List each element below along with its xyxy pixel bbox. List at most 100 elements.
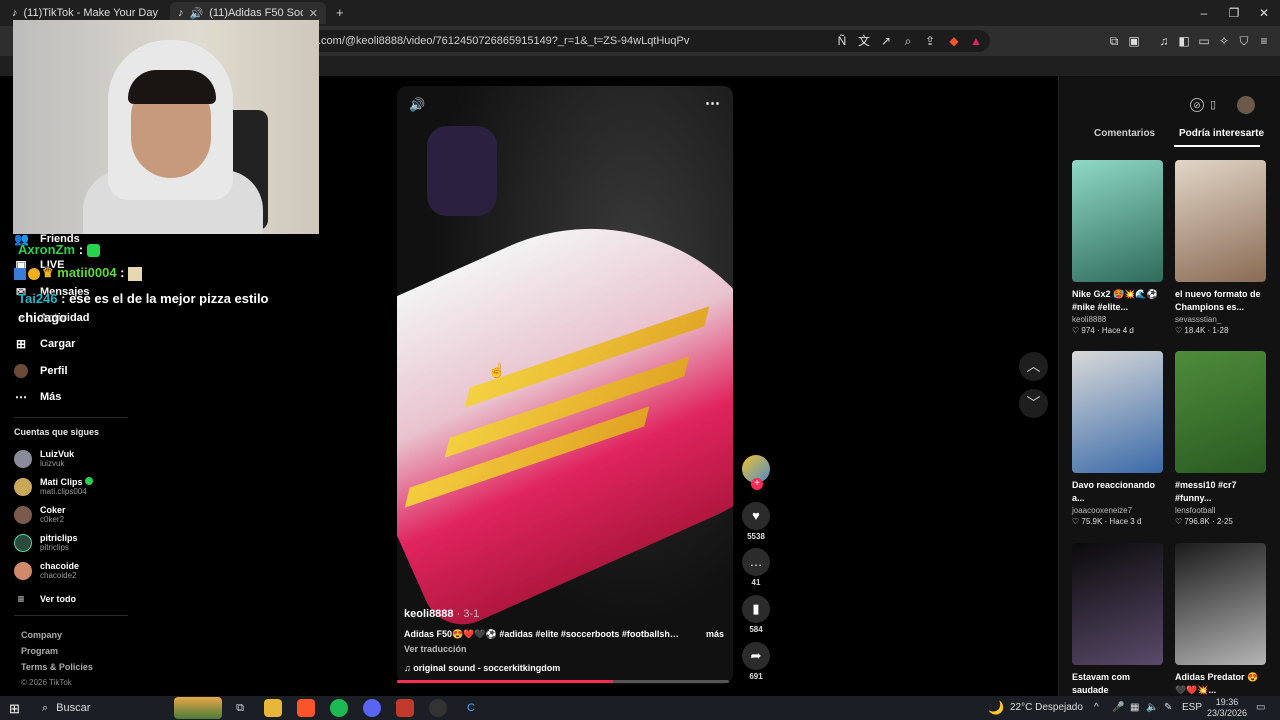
card-title: Estavam com saudade <box>1072 672 1131 695</box>
device-icon[interactable]: ▯ <box>1210 98 1216 111</box>
suggested-video-card[interactable]: #messi10 #cr7 #funny... lensfootball ♡ 796… <box>1175 351 1266 526</box>
cursor-icon: ☝ <box>488 362 506 378</box>
spotify-icon[interactable] <box>330 699 348 717</box>
translate-icon[interactable]: 文 <box>856 33 872 49</box>
taskbar-search[interactable]: ⌕ Buscar <box>32 696 100 720</box>
card-user[interactable]: joaacooxeneize7 <box>1072 506 1163 515</box>
like-button[interactable]: ♥ 5538 <box>742 502 770 541</box>
sidebar-icon[interactable]: ◧ <box>1176 33 1192 49</box>
see-all-link[interactable]: ≡ Ver todo <box>14 592 76 606</box>
screenshot-icon[interactable]: ▣ <box>1126 33 1142 49</box>
suggested-video-card[interactable]: Davo reaccionando a... joaacooxeneize7 ♡ 7… <box>1072 351 1163 526</box>
windows-start-icon[interactable]: ⊞ <box>9 701 20 717</box>
comment-button[interactable]: … 41 <box>742 548 770 587</box>
more-options-icon[interactable]: ⋯ <box>705 94 720 112</box>
extensions-icon[interactable]: ⧉ <box>1106 33 1122 49</box>
nav-profile[interactable]: Perfil <box>14 364 68 378</box>
speaker-icon: 🔊 <box>189 7 204 20</box>
emote-icon <box>128 266 143 281</box>
avatar <box>14 449 32 468</box>
app-c-icon[interactable]: C <box>462 699 480 717</box>
card-meta: ♡ 75.9K · Hace 3 d <box>1072 517 1142 526</box>
following-account-mati-clips[interactable]: Mati Clips mati.clips004 <box>14 477 94 496</box>
save-button[interactable]: ▮ 584 <box>742 595 770 634</box>
card-user[interactable]: sevassstian_ <box>1175 315 1266 324</box>
obs-icon[interactable] <box>429 699 447 717</box>
tray-chevron-icon[interactable]: ^ <box>1094 696 1099 720</box>
video-progress-bar[interactable] <box>397 680 729 683</box>
close-tab-icon[interactable]: ✕ <box>309 7 318 20</box>
open-external-icon[interactable]: ↗ <box>878 33 894 49</box>
card-user[interactable]: keoli8888 <box>1072 315 1163 324</box>
close-window-icon[interactable]: ✕ <box>1254 6 1274 20</box>
minimize-icon[interactable]: – <box>1194 6 1214 20</box>
new-tab-button[interactable]: + <box>336 5 344 20</box>
copyright: © 2026 TikTok <box>21 678 72 687</box>
previous-video-button[interactable]: ︿ <box>1019 352 1048 381</box>
brave-shield-icon[interactable]: ◆ <box>946 33 962 49</box>
footer-terms[interactable]: Terms & Policies <box>21 662 93 672</box>
suggested-video-card[interactable]: el nuevo formato de Champions es... sevas… <box>1175 160 1266 335</box>
share-button[interactable]: ➦ 691 <box>742 642 770 681</box>
tab-suggested[interactable]: Podría interesarte <box>1179 128 1264 139</box>
translate-link[interactable]: Ver traducción <box>404 644 467 654</box>
footer-company[interactable]: Company <box>21 630 62 640</box>
zoom-icon[interactable]: ⌕ <box>900 33 916 49</box>
suggested-video-card[interactable]: Estavam com saudade <box>1072 543 1163 699</box>
avatar <box>14 505 32 524</box>
card-meta: ♡ 974 · Hace 4 d <box>1072 326 1134 335</box>
clock[interactable]: 19:36 23/3/2026 <box>1204 697 1250 719</box>
share-icon[interactable]: ⇪ <box>922 33 938 49</box>
heart-icon: ♥ <box>742 502 770 530</box>
vpn-icon[interactable]: ⛉ <box>1236 33 1252 49</box>
avatar <box>14 533 32 552</box>
pen-icon[interactable]: ✎ <box>1164 696 1172 720</box>
network-icon[interactable]: ▦ <box>1130 696 1139 720</box>
notifications-icon[interactable]: ▭ <box>1256 696 1265 720</box>
media-icon[interactable]: ♫ <box>1156 33 1172 49</box>
suggested-video-card[interactable]: Nike Gx2 🥵💥🌊⚽ #nike #elite... keoli8888 ♡ … <box>1072 160 1163 335</box>
music-note-icon: ♫ <box>404 663 411 673</box>
voicemeeter-icon[interactable] <box>396 699 414 717</box>
avatar <box>14 477 32 496</box>
wallet-icon[interactable]: ▭ <box>1196 33 1212 49</box>
following-account-chacoide[interactable]: chacoide chacoide2 <box>14 561 79 580</box>
card-user[interactable]: lensfootball <box>1175 506 1266 515</box>
leo-icon[interactable]: ✧ <box>1216 33 1232 49</box>
reader-off-icon[interactable]: Ñ <box>834 33 850 49</box>
discord-icon[interactable] <box>363 699 381 717</box>
nav-upload[interactable]: ⊞ Cargar <box>14 337 76 351</box>
card-meta: ♡ 18.4K · 1-28 <box>1175 326 1229 335</box>
user-avatar[interactable] <box>1237 96 1255 114</box>
more-link[interactable]: más <box>706 629 724 639</box>
video-player[interactable]: 🔊 ⋯ <box>397 86 733 684</box>
next-video-button[interactable]: ﹀ <box>1019 389 1048 418</box>
following-account-pitriclips[interactable]: pitriclips pitriclips <box>14 533 78 552</box>
compass-icon[interactable]: ⊘ <box>1190 98 1204 112</box>
language-indicator[interactable]: ESP <box>1182 696 1202 720</box>
card-title: #messi10 #cr7 #funny... <box>1175 480 1237 503</box>
tab-comments[interactable]: Comentarios <box>1094 128 1155 139</box>
brave-rewards-icon[interactable]: ▲ <box>968 33 984 49</box>
following-account-coker[interactable]: Coker c0ker2 <box>14 505 66 524</box>
card-meta: ♡ 796.8K · 2-25 <box>1175 517 1233 526</box>
footer-program[interactable]: Program <box>21 646 58 656</box>
microphone-icon[interactable]: 🎤 <box>1112 696 1124 720</box>
volume-tray-icon[interactable]: 🔈 <box>1146 696 1158 720</box>
menu-icon[interactable]: ≡ <box>1256 33 1272 49</box>
maximize-icon[interactable]: ❐ <box>1224 6 1244 20</box>
follow-plus-icon[interactable]: + <box>751 478 763 490</box>
sound-link[interactable]: ♫ original sound - soccerkitkingdom <box>404 663 560 673</box>
video-thumbnail <box>1072 543 1163 665</box>
nav-more[interactable]: ⋯ Más <box>14 390 61 404</box>
emote-icon <box>86 244 100 258</box>
video-author[interactable]: keoli8888 · 3-1 <box>404 608 479 620</box>
task-view-icon[interactable]: ⧉ <box>231 699 249 717</box>
weather-text[interactable]: 22°C Despejado <box>1010 696 1083 720</box>
brave-icon[interactable] <box>297 699 315 717</box>
following-account-luizvuk[interactable]: LuizVuk luizvuk <box>14 449 74 468</box>
suggested-video-card[interactable]: Adidas Predator 😍🖤❤️💥... <box>1175 543 1266 699</box>
file-explorer-icon[interactable] <box>264 699 282 717</box>
video-progress-fill <box>397 680 613 683</box>
volume-icon[interactable]: 🔊 <box>409 97 425 113</box>
